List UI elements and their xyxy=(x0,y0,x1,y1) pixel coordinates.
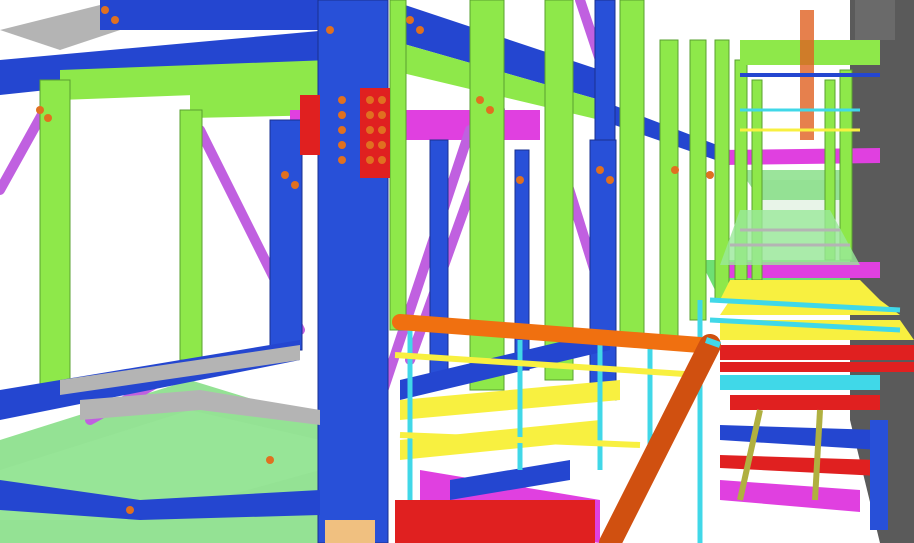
structure-svg xyxy=(0,0,914,543)
steel-structure-render xyxy=(0,0,914,543)
column-base xyxy=(325,520,375,543)
